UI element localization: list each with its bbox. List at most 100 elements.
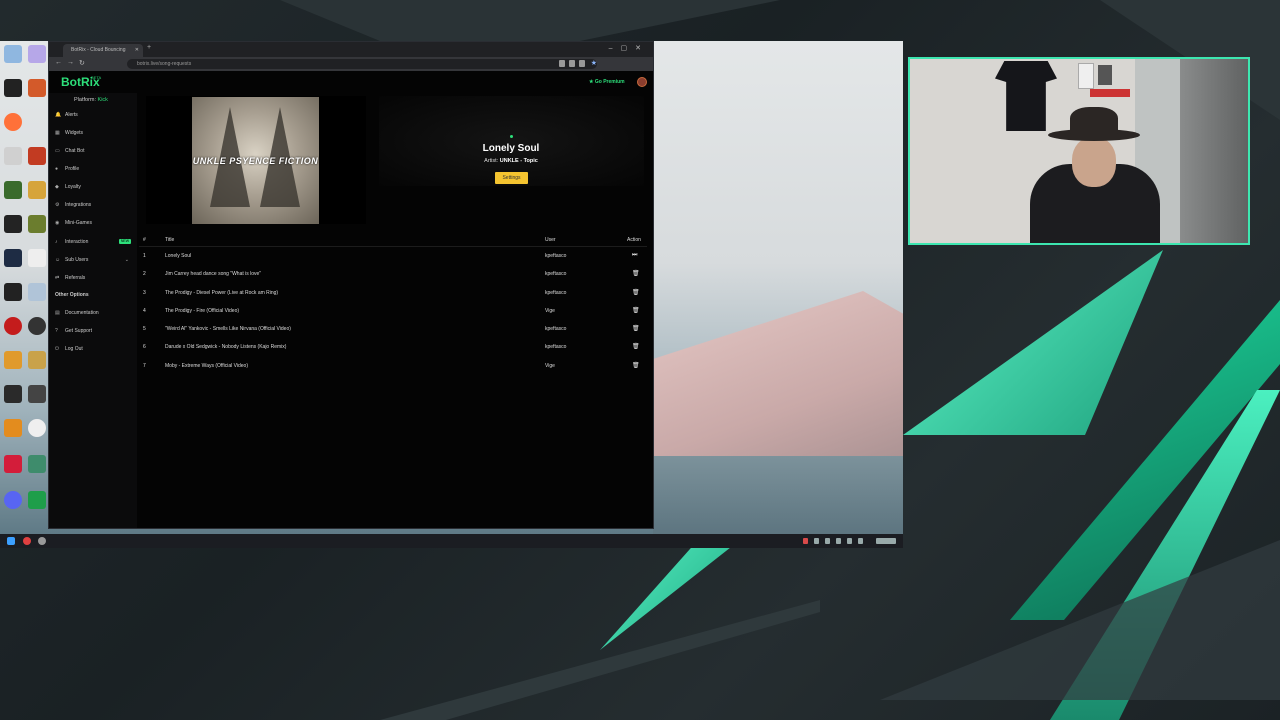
sidebar-item-log-out[interactable]: ⏻ Log Out	[55, 343, 135, 355]
app-icon[interactable]	[4, 79, 22, 97]
sidebar-item-integrations[interactable]: ⚙ Integrations	[55, 199, 135, 211]
trash-icon[interactable]: 🗑	[632, 289, 640, 296]
music-icon: ♪	[55, 239, 58, 245]
wallpaper-dune	[653, 291, 903, 461]
row-user: Vige	[545, 362, 555, 369]
chevron-down-icon[interactable]: ⌄	[125, 254, 129, 266]
window-controls[interactable]: –▢✕	[609, 44, 649, 52]
app-icon[interactable]	[4, 351, 22, 369]
extension-icon[interactable]	[579, 60, 585, 67]
sidebar-item-referrals[interactable]: ⇄ Referrals	[55, 272, 135, 284]
tray-icon[interactable]	[836, 538, 841, 544]
sidebar-item-loyalty[interactable]: ◆ Loyalty	[55, 181, 135, 193]
row-title: Moby - Extreme Ways (Official Video)	[165, 362, 248, 369]
sidebar-item-profile[interactable]: ● Profile	[55, 163, 135, 175]
sidebar-item-widgets[interactable]: ▦ Widgets	[55, 127, 135, 139]
sidebar-item-sub-users[interactable]: ☺ Sub Users ⌄	[55, 254, 135, 266]
recycle-bin-icon[interactable]	[4, 45, 22, 63]
app-icon[interactable]	[4, 181, 22, 199]
tray-icon[interactable]	[803, 538, 808, 544]
trash-icon[interactable]: 🗑	[632, 325, 640, 332]
sidebar-item-mini-games[interactable]: ◉ Mini-Games	[55, 217, 135, 229]
header-num: #	[143, 237, 146, 243]
row-num: 6	[143, 344, 146, 351]
trash-icon[interactable]: 🗑	[632, 270, 640, 277]
app-icon[interactable]	[28, 147, 46, 165]
new-tab-icon[interactable]: +	[147, 44, 151, 51]
platform-label: Platform:	[74, 97, 97, 103]
trash-icon[interactable]: 🗑	[632, 362, 640, 369]
skip-icon[interactable]: ⏭	[632, 252, 637, 259]
app-icon[interactable]	[4, 249, 22, 267]
app-icon[interactable]	[28, 249, 46, 267]
sidebar-item-chat-bot[interactable]: ▭ Chat Bot	[55, 145, 135, 157]
forward-icon[interactable]: →	[67, 59, 74, 66]
new-badge: NEW	[118, 239, 131, 244]
table-row: 4 The Prodigy - Fire (Official Video) Vi…	[139, 302, 647, 320]
windows-start-icon[interactable]	[7, 537, 15, 545]
app-icon[interactable]	[4, 215, 22, 233]
app-icon[interactable]	[28, 385, 46, 403]
live-dot	[510, 135, 513, 138]
app-icon[interactable]	[4, 283, 22, 301]
tab-bar: BotRix - Cloud Bouncing ✕ + –▢✕	[49, 42, 653, 57]
app-icon[interactable]	[4, 455, 22, 473]
app-icon[interactable]	[4, 147, 22, 165]
app-icon[interactable]	[4, 317, 22, 335]
app-icon[interactable]	[28, 455, 46, 473]
app-icon[interactable]	[28, 79, 46, 97]
app-icon[interactable]	[4, 419, 22, 437]
tab-title: BotRix - Cloud Bouncing	[71, 47, 126, 53]
app-icon[interactable]	[28, 215, 46, 233]
address-bar: ← → ↻ botrix.live/song-requests ★	[49, 57, 653, 71]
sidebar-item-get-support[interactable]: ? Get Support	[55, 325, 135, 337]
settings-button[interactable]: Settings	[495, 172, 528, 184]
back-icon[interactable]: ←	[55, 59, 62, 66]
trash-icon[interactable]: 🗑	[632, 307, 640, 314]
row-num: 3	[143, 289, 146, 296]
app-icon[interactable]	[28, 181, 46, 199]
close-tab-icon[interactable]: ✕	[135, 44, 139, 57]
trash-icon[interactable]: 🗑	[632, 343, 640, 350]
tray-icon[interactable]	[814, 538, 819, 544]
bell-icon: 🔔	[55, 112, 62, 118]
row-user: kpeftasco	[545, 253, 567, 259]
overlay-shard	[903, 250, 1163, 435]
platform-value: Kick	[97, 97, 108, 103]
app-icon[interactable]	[28, 317, 46, 335]
app-icon[interactable]	[28, 491, 46, 509]
url-field[interactable]: botrix.live/song-requests	[127, 59, 597, 69]
app-icon[interactable]	[28, 283, 46, 301]
row-user: kpeftasco	[545, 271, 567, 278]
taskbar	[0, 534, 903, 548]
clock[interactable]	[876, 538, 896, 544]
app-icon[interactable]	[4, 385, 22, 403]
tray-icon[interactable]	[847, 538, 852, 544]
app-taskbar-icon[interactable]	[23, 537, 31, 545]
sidebar-item-documentation[interactable]: ▤ Documentation	[55, 307, 135, 319]
app-icon[interactable]	[28, 45, 46, 63]
platform-selector[interactable]: Platform: Kick	[74, 97, 108, 103]
firefox-icon[interactable]	[4, 113, 22, 131]
avatar[interactable]	[637, 77, 647, 87]
row-num: 5	[143, 326, 146, 333]
extension-icon[interactable]	[569, 60, 575, 67]
gamepad-icon: ◉	[55, 220, 60, 226]
browser-tab[interactable]: BotRix - Cloud Bouncing ✕	[63, 44, 143, 57]
row-title: Lonely Soul	[165, 253, 192, 259]
bookmark-star-icon[interactable]: ★	[591, 59, 597, 67]
extension-icon[interactable]	[559, 60, 565, 67]
go-premium-button[interactable]: ★ Go Premium	[589, 79, 625, 85]
tray-icon[interactable]	[825, 538, 830, 544]
sidebar-item-interaction[interactable]: ♪ Interaction NEW	[55, 236, 135, 248]
tray-icon[interactable]	[858, 538, 863, 544]
app-icon[interactable]	[28, 351, 46, 369]
row-user: kpeftasco	[545, 289, 567, 296]
desktop-icons	[0, 41, 50, 534]
discord-icon[interactable]	[4, 491, 22, 509]
reload-icon[interactable]: ↻	[79, 59, 85, 67]
sidebar-item-alerts[interactable]: 🔔 Alerts	[55, 109, 135, 121]
app-icon[interactable]	[28, 419, 46, 437]
chrome-taskbar-icon[interactable]	[38, 537, 46, 545]
other-options-heading: Other Options	[55, 292, 89, 298]
